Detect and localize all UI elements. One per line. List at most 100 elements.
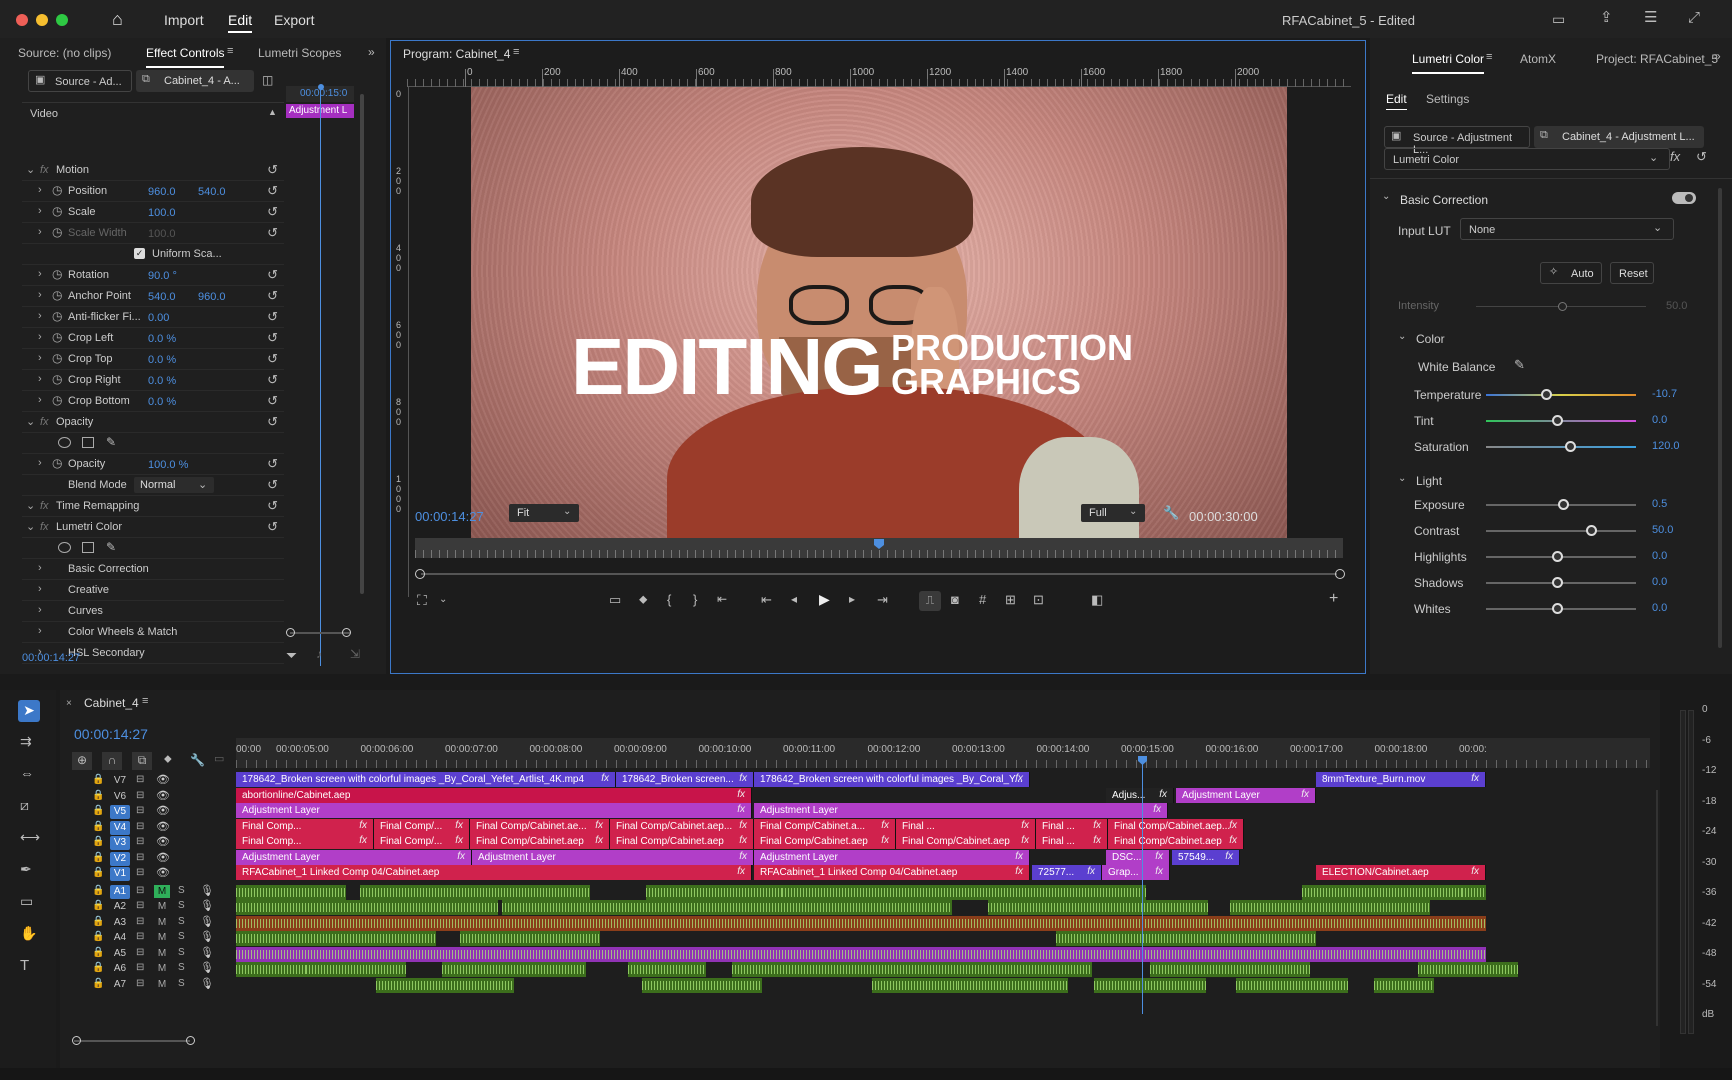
progress-icon[interactable]: ☰ <box>1644 10 1657 25</box>
solo-button[interactable]: S <box>178 947 185 958</box>
stopwatch-icon[interactable]: ◷ <box>52 204 62 218</box>
slider-exposure[interactable]: Exposure 0.5 <box>1370 494 1670 516</box>
mute-button[interactable]: M <box>154 900 170 913</box>
chevron-right-icon[interactable]: › <box>38 226 42 238</box>
slider-track[interactable] <box>1486 394 1636 396</box>
fullscreen-icon[interactable]: ⤢ <box>1688 10 1700 25</box>
effect-row[interactable]: › Color Wheels & Match <box>22 622 284 643</box>
marker-icon[interactable]: ⬥ <box>639 593 647 605</box>
stopwatch-icon[interactable]: ◷ <box>52 393 62 407</box>
tab-settings[interactable]: Settings <box>1426 92 1469 106</box>
source-clip-selector[interactable]: ▣ Source - Ad... <box>28 70 132 92</box>
lock-icon[interactable]: 🔒 <box>92 962 104 973</box>
reset-parameter-icon[interactable]: ↺ <box>267 288 278 304</box>
audio-clip[interactable] <box>502 900 952 915</box>
reset-button[interactable]: Reset <box>1610 262 1654 284</box>
effect-row[interactable]: ⌄ fx Time Remapping ↺ <box>22 496 284 517</box>
fx-badge-icon[interactable]: fx <box>1471 866 1479 877</box>
fx-badge-icon[interactable]: fx <box>1229 835 1237 846</box>
uniform-scale-checkbox[interactable]: ✓ <box>134 248 145 259</box>
timeline-vscroll[interactable] <box>1656 790 1658 1026</box>
fx-badge-icon[interactable]: fx <box>455 820 463 831</box>
audio-clip[interactable] <box>646 884 796 900</box>
stopwatch-icon[interactable]: ◷ <box>52 456 62 470</box>
lock-icon[interactable]: 🔒 <box>92 931 104 942</box>
microphone-icon[interactable]: 🎙 <box>200 977 214 990</box>
audio-clip[interactable] <box>1302 884 1486 900</box>
audio-clip[interactable] <box>732 962 1092 977</box>
chevron-right-icon[interactable]: › <box>38 352 42 364</box>
fx-badge-icon[interactable]: fx <box>1159 789 1167 800</box>
video-clip[interactable]: Final Comp... fx <box>236 818 374 834</box>
video-clip[interactable]: Final Comp/Cabinet.aep fx <box>1108 834 1244 849</box>
effect-scrollbar[interactable] <box>360 94 364 594</box>
color-section-label[interactable]: Color <box>1416 332 1445 346</box>
timeline-zoom-right[interactable] <box>186 1036 195 1045</box>
sync-lock-icon[interactable]: ⊟ <box>136 867 144 878</box>
video-clip[interactable]: Final Comp... fx <box>236 834 374 849</box>
slider-value[interactable]: 0.0 <box>1652 602 1667 614</box>
effect-row[interactable]: Blend Mode Normal ⌄ ↺ <box>22 475 284 496</box>
mark-out-icon[interactable]: } <box>693 593 697 606</box>
zoom-handle-left[interactable] <box>286 628 295 637</box>
fx-badge-icon[interactable]: fx <box>1015 773 1023 784</box>
fx-badge-icon[interactable]: fx <box>1229 820 1237 831</box>
play-audio-icon[interactable]: ♪ <box>316 648 322 660</box>
mini-playhead[interactable] <box>320 86 321 666</box>
reset-parameter-icon[interactable]: ↺ <box>267 309 278 325</box>
ellipse-mask-icon[interactable] <box>58 542 71 553</box>
mute-button[interactable]: M <box>154 947 170 960</box>
audio-clip[interactable] <box>306 962 406 977</box>
fx-badge-icon[interactable]: fx <box>595 835 603 846</box>
track-header-v6[interactable]: 🔒 V6 ⊟ 👁 <box>60 790 236 806</box>
stopwatch-icon[interactable]: ◷ <box>52 372 62 386</box>
slider-value[interactable]: 120.0 <box>1652 440 1680 452</box>
video-clip[interactable]: Final Comp/Cabinet.aep fx <box>470 834 610 849</box>
quality-select[interactable]: Full ⌄ <box>1081 504 1145 522</box>
tab-edit[interactable]: Edit <box>1386 92 1407 110</box>
track-header-v2[interactable]: 🔒 V2 ⊟ 👁 <box>60 851 236 868</box>
chevron-right-icon[interactable]: › <box>38 310 42 322</box>
fx-badge-icon[interactable]: fx <box>881 820 889 831</box>
effect-row[interactable]: › ◷ Anti-flicker Fi... 0.00 ↺ <box>22 307 284 328</box>
audio-clip[interactable] <box>236 900 498 915</box>
stopwatch-icon[interactable]: ◷ <box>52 267 62 281</box>
effect-row[interactable]: › Creative <box>22 580 284 601</box>
play-icon[interactable]: ▶ <box>819 592 830 606</box>
fx-badge-icon[interactable]: fx <box>1021 820 1029 831</box>
chevron-down-icon[interactable]: ⌄ <box>439 595 447 605</box>
add-marker-icon[interactable]: ⬥ <box>164 754 172 765</box>
effect-row[interactable]: ⌄ fx Lumetri Color ↺ <box>22 517 284 538</box>
fx-icon[interactable]: fx <box>1670 150 1680 163</box>
fx-badge-icon[interactable]: fx <box>737 804 745 815</box>
tab-effect-controls[interactable]: Effect Controls <box>146 46 225 68</box>
lock-icon[interactable]: 🔒 <box>92 885 104 896</box>
grid-icon[interactable]: # <box>979 593 986 606</box>
fx-badge-icon[interactable]: fx <box>595 820 603 831</box>
lock-icon[interactable]: 🔒 <box>92 900 104 911</box>
track-target-badge[interactable]: A5 <box>110 947 130 961</box>
fx-icon[interactable]: fx <box>40 500 49 512</box>
program-timecode[interactable]: 00:00:14:27 <box>415 509 484 524</box>
export-frame-icon[interactable]: ⇲ <box>350 648 360 660</box>
zoom-handle-right[interactable] <box>342 628 351 637</box>
fx-badge-icon[interactable]: fx <box>737 866 745 877</box>
microphone-icon[interactable]: 🎙 <box>200 884 214 897</box>
track-header-a7[interactable]: 🔒 A7 ⊟ M S 🎙 <box>60 978 236 994</box>
audio-clip[interactable] <box>236 915 1486 931</box>
track-header-v1[interactable]: 🔒 V1 ⊟ 👁 <box>60 867 236 883</box>
go-in-icon[interactable]: ⇤ <box>761 593 772 606</box>
sync-lock-icon[interactable]: ⊟ <box>136 962 144 973</box>
slider-track[interactable] <box>1486 446 1636 448</box>
audio-clip[interactable] <box>782 884 1146 900</box>
sync-lock-icon[interactable]: ⊟ <box>136 821 144 832</box>
timeline-ruler[interactable]: 00:00 00:00:05:00 00:00:06:00 00:00:07:00 00… <box>236 738 1650 768</box>
audio-clip[interactable] <box>442 962 586 977</box>
light-section-label[interactable]: Light <box>1416 474 1442 488</box>
slider-track[interactable] <box>1486 530 1636 532</box>
eyedropper-icon[interactable]: ✎ <box>1514 358 1525 371</box>
chevron-down-icon[interactable]: ⌄ <box>1382 192 1390 202</box>
lock-icon[interactable]: 🔒 <box>92 978 104 989</box>
video-clip[interactable]: Final ... fx <box>1036 834 1108 849</box>
fx-icon[interactable]: fx <box>40 416 49 428</box>
